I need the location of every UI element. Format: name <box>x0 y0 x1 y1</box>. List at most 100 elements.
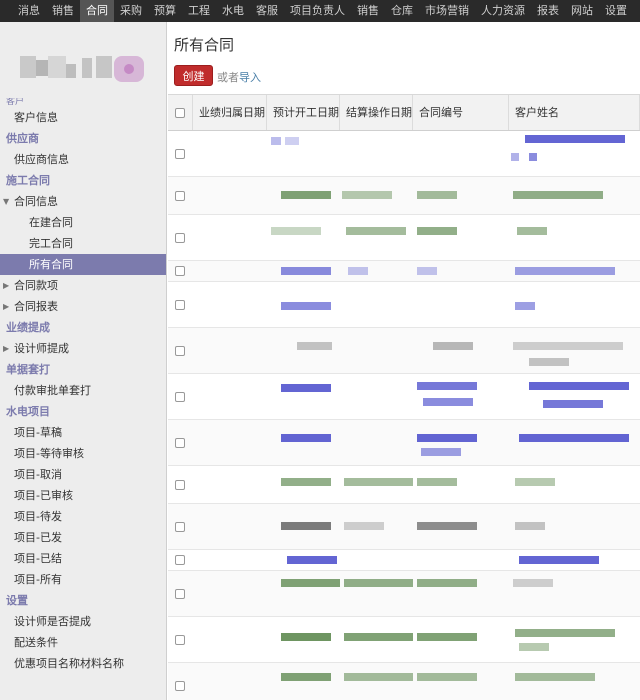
row-checkbox[interactable] <box>175 299 185 310</box>
sidebar-item[interactable]: ▶ 合同款项 <box>0 275 166 296</box>
row-checkbox[interactable] <box>175 345 185 356</box>
table-cell <box>340 550 413 570</box>
top-navigation-bar: 消息 销售 合同 采购 预算 工程 水电 客服 项目负责人 销售 仓库 市场营销 人力资源 报表 网站 设置 <box>0 0 640 22</box>
row-checkbox[interactable] <box>175 266 185 276</box>
table-row[interactable] <box>168 571 640 617</box>
nav-item[interactable]: 水电 <box>216 0 250 22</box>
nav-item[interactable]: 人力资源 <box>475 0 531 22</box>
sidebar-item[interactable]: 设计师是否提成 <box>0 611 166 632</box>
nav-item[interactable]: 项目负责人 <box>284 0 351 22</box>
column-header-1[interactable]: 业绩归属日期 <box>193 95 267 130</box>
table-row[interactable] <box>168 131 640 177</box>
table-row[interactable] <box>168 282 640 328</box>
row-checkbox[interactable] <box>175 680 185 691</box>
sidebar-item[interactable]: 供应商信息 <box>0 149 166 170</box>
row-checkbox[interactable] <box>175 190 185 201</box>
table-cell <box>509 282 640 327</box>
obscured-cell-content <box>281 302 331 310</box>
table-row[interactable] <box>168 617 640 663</box>
table-row[interactable] <box>168 420 640 466</box>
nav-item[interactable]: 仓库 <box>385 0 419 22</box>
table-cell <box>340 466 413 503</box>
row-checkbox[interactable] <box>175 148 185 159</box>
main-content: 所有合同 创建 或者 导入 业绩归属日期 预计开工日期 结算操作日期 合同编号 … <box>168 22 640 700</box>
row-checkbox[interactable] <box>175 232 185 243</box>
obscured-cell-content <box>287 556 337 564</box>
sidebar-item[interactable]: 客户信息 <box>0 107 166 128</box>
obscured-cell-content <box>515 302 535 310</box>
obscured-cell-content <box>519 434 629 442</box>
sidebar-item[interactable]: 项目-取消 <box>0 464 166 485</box>
sidebar-item[interactable]: 项目-已发 <box>0 527 166 548</box>
nav-item[interactable]: 工程 <box>182 0 216 22</box>
nav-item[interactable]: 设置 <box>599 0 633 22</box>
nav-item[interactable]: 销售 <box>46 0 80 22</box>
row-select-cell <box>168 550 193 570</box>
table-row[interactable] <box>168 550 640 571</box>
row-checkbox[interactable] <box>175 634 185 645</box>
table-cell <box>193 215 267 260</box>
caret-right-icon[interactable]: ▶ <box>3 338 9 359</box>
or-text: 或者 <box>217 71 239 84</box>
column-header-3[interactable]: 结算操作日期 <box>340 95 413 130</box>
table-row[interactable] <box>168 374 640 420</box>
obscured-cell-content <box>281 579 340 587</box>
row-checkbox[interactable] <box>175 555 185 565</box>
row-checkbox[interactable] <box>175 437 185 448</box>
obscured-cell-content <box>417 633 477 641</box>
sidebar-item[interactable]: 项目-待发 <box>0 506 166 527</box>
caret-down-icon[interactable]: ▼ <box>3 191 9 212</box>
import-link[interactable]: 导入 <box>239 69 261 85</box>
table-row[interactable] <box>168 328 640 374</box>
nav-item[interactable]: 采购 <box>114 0 148 22</box>
sidebar-item[interactable]: ▼ 合同信息 <box>0 191 166 212</box>
nav-item[interactable]: 市场营销 <box>419 0 475 22</box>
column-header-4[interactable]: 合同编号 <box>413 95 509 130</box>
sidebar-item[interactable]: 项目-已审核 <box>0 485 166 506</box>
table-row[interactable] <box>168 663 640 700</box>
sidebar-item[interactable]: 付款审批单套打 <box>0 380 166 401</box>
table-row[interactable] <box>168 177 640 215</box>
table-row[interactable] <box>168 215 640 261</box>
column-header-5[interactable]: 客户姓名 <box>509 95 640 130</box>
sidebar-item[interactable]: 在建合同 <box>0 212 166 233</box>
sidebar-item[interactable]: 项目-已结 <box>0 548 166 569</box>
row-checkbox[interactable] <box>175 588 185 599</box>
row-select-cell <box>168 420 193 465</box>
sidebar-item[interactable]: 配送条件 <box>0 632 166 653</box>
row-checkbox[interactable] <box>175 479 185 490</box>
nav-item[interactable]: 销售 <box>351 0 385 22</box>
obscured-cell-content <box>344 673 413 681</box>
column-header-2[interactable]: 预计开工日期 <box>267 95 340 130</box>
nav-item[interactable]: 合同 <box>80 0 114 22</box>
nav-item[interactable]: 报表 <box>531 0 565 22</box>
table-cell <box>340 282 413 327</box>
sidebar-item[interactable]: 优惠项目名称材料名称 <box>0 653 166 674</box>
nav-item[interactable]: 客服 <box>250 0 284 22</box>
table-row[interactable] <box>168 466 640 504</box>
select-all-checkbox[interactable] <box>175 107 185 118</box>
sidebar-item-label: 项目-已审核 <box>14 489 73 502</box>
sidebar-item[interactable]: 项目-等待审核 <box>0 443 166 464</box>
row-select-cell <box>168 282 193 327</box>
table-row[interactable] <box>168 261 640 282</box>
sidebar-item[interactable]: ▶ 设计师提成 <box>0 338 166 359</box>
caret-right-icon[interactable]: ▶ <box>3 296 9 317</box>
nav-item[interactable]: 消息 <box>12 0 46 22</box>
row-checkbox[interactable] <box>175 521 185 532</box>
caret-right-icon[interactable]: ▶ <box>3 275 9 296</box>
row-checkbox[interactable] <box>175 391 185 402</box>
sidebar-item[interactable]: 项目-所有 <box>0 569 166 590</box>
sidebar-item-label: 合同报表 <box>14 300 58 313</box>
sidebar-item[interactable]: 所有合同 <box>0 254 166 275</box>
table-cell <box>340 663 413 700</box>
table-cell <box>509 131 640 176</box>
nav-item[interactable]: 网站 <box>565 0 599 22</box>
sidebar-item[interactable]: 完工合同 <box>0 233 166 254</box>
sidebar-item[interactable]: ▶ 合同报表 <box>0 296 166 317</box>
create-button[interactable]: 创建 <box>174 65 213 86</box>
table-cell <box>340 374 413 419</box>
table-row[interactable] <box>168 504 640 550</box>
nav-item[interactable]: 预算 <box>148 0 182 22</box>
sidebar-item[interactable]: 项目-草稿 <box>0 422 166 443</box>
